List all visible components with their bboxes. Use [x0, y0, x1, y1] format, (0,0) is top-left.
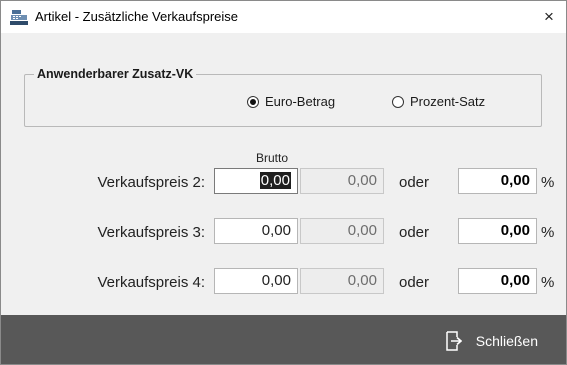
oder-label: oder	[399, 174, 430, 191]
row-label-vk4: Verkaufspreis 4:	[97, 274, 205, 291]
close-window-button[interactable]: ×	[532, 1, 566, 33]
percent-sign: %	[541, 224, 555, 241]
vk2-percent-input[interactable]: 0,00	[458, 168, 537, 194]
radio-unchecked-icon	[392, 95, 404, 108]
schliessen-label: Schließen	[475, 333, 538, 349]
vk2-input[interactable]: 0,00	[214, 168, 298, 194]
radio-prozent-satz[interactable]: Prozent-Satz	[392, 94, 485, 109]
column-header-brutto: Brutto	[256, 151, 289, 165]
vk4-brutto-field: 0,00	[300, 268, 384, 294]
radio-checked-icon	[247, 95, 259, 108]
exit-icon	[445, 331, 462, 351]
vk3-input[interactable]: 0,00	[214, 218, 298, 244]
dialog-footer: Schließen	[1, 315, 566, 364]
vk3-percent-input[interactable]: 0,00	[458, 218, 537, 244]
vk2-brutto-field: 0,00	[300, 168, 384, 194]
window-title: Artikel - Zusätzliche Verkaufspreise	[35, 9, 239, 24]
cash-register-icon	[10, 9, 28, 25]
zusatz-vk-group: Anwenderbarer Zusatz-VK Euro-Betrag Proz…	[24, 67, 542, 127]
schliessen-button[interactable]: Schließen	[445, 331, 538, 351]
radio-euro-betrag[interactable]: Euro-Betrag	[247, 94, 335, 109]
row-label-vk2: Verkaufspreis 2:	[97, 174, 205, 191]
dialog-window: Artikel - Zusätzliche Verkaufspreise × A…	[0, 0, 567, 365]
radio-euro-betrag-label: Euro-Betrag	[265, 94, 336, 109]
vk4-percent-input[interactable]: 0,00	[458, 268, 537, 294]
group-legend: Anwenderbarer Zusatz-VK	[34, 67, 197, 81]
vk3-brutto-field: 0,00	[300, 218, 384, 244]
vk2-input-value: 0,00	[259, 172, 291, 189]
title-bar: Artikel - Zusätzliche Verkaufspreise ×	[1, 1, 566, 33]
vk4-input[interactable]: 0,00	[214, 268, 298, 294]
oder-label: oder	[399, 224, 430, 241]
oder-label: oder	[399, 274, 430, 291]
radio-prozent-satz-label: Prozent-Satz	[410, 94, 486, 109]
percent-sign: %	[541, 274, 555, 291]
row-label-vk3: Verkaufspreis 3:	[97, 224, 205, 241]
percent-sign: %	[541, 174, 555, 191]
